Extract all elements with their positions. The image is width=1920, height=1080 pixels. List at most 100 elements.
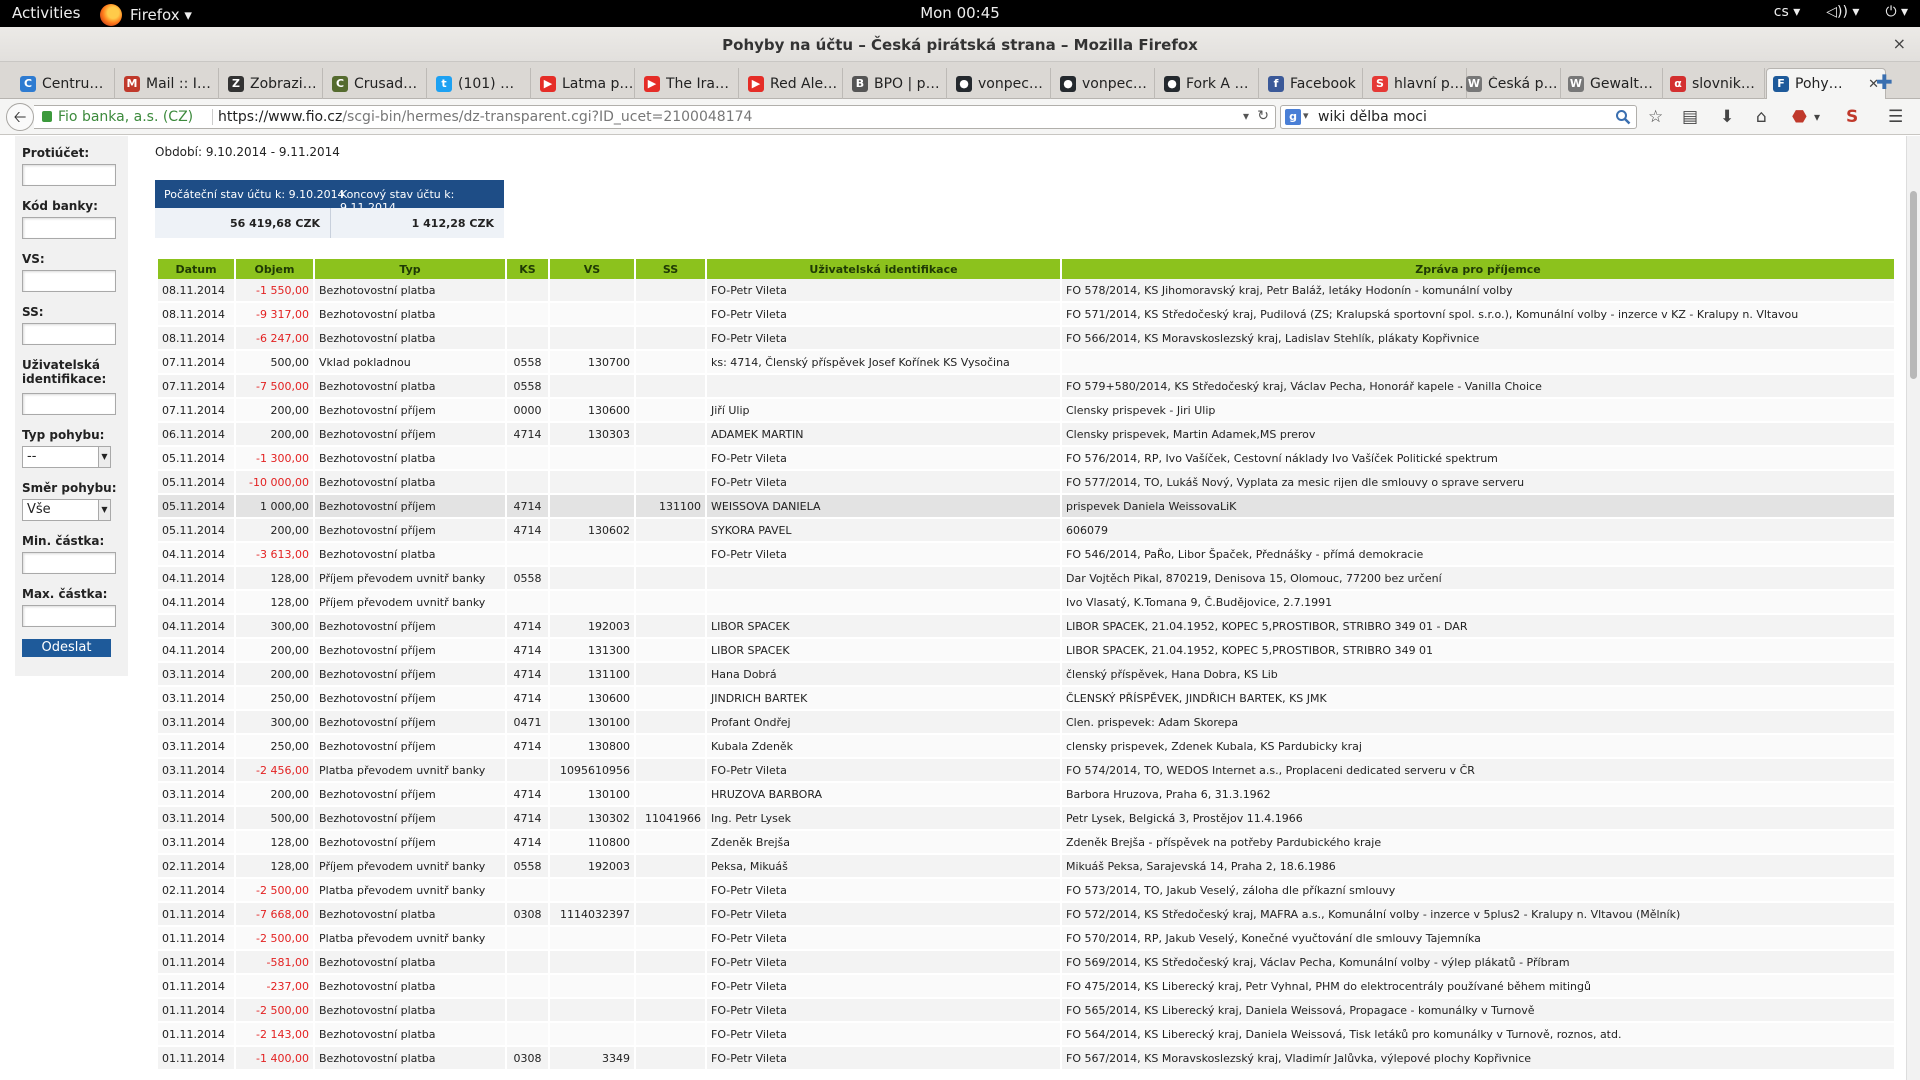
volume-icon[interactable]: ◁)) ▾ [1826,4,1859,20]
browser-tab[interactable]: C Centru… [14,68,115,99]
vs-cell [550,1023,634,1047]
browser-tab[interactable]: Shlavní p… [1366,68,1467,99]
vs-cell [550,567,634,591]
direction-select[interactable]: Vše ▼ [22,499,111,521]
browser-tab[interactable]: Z Zobrazi… [222,68,323,99]
date-cell: 03.11.2014 [158,783,234,807]
browser-tab[interactable]: F Pohy… ✕ [1766,68,1886,99]
ss-cell [636,423,705,447]
search-engine-dropdown-icon[interactable]: ▾ [1303,109,1309,122]
bank-code-input[interactable] [22,217,116,239]
column-header[interactable]: Uživatelská identifikace [707,259,1060,279]
type-cell: Platba převodem uvnitř banky [315,879,505,903]
column-header[interactable]: Objem [236,259,313,279]
power-icon[interactable]: ⏻ ▾ [1885,4,1908,20]
url-text[interactable]: https://www.fio.cz/scgi-bin/hermes/dz-tr… [218,109,752,125]
amount-cell: 1 000,00 [236,495,313,519]
balance-header: Počáteční stav účtu k: 9.10.2014 Koncový… [155,180,504,214]
date-cell: 05.11.2014 [158,495,234,519]
hamburger-menu-icon[interactable]: ☰ [1888,107,1903,127]
user-identification-label: Uživatelská identifikace: [22,358,107,386]
amount-cell: -2 500,00 [236,879,313,903]
url-bar[interactable]: Fio banka, a.s. (CZ) https://www.fio.cz/… [34,105,1276,129]
amount-cell: -3 613,00 [236,543,313,567]
activities-button[interactable]: Activities [12,4,80,22]
column-header[interactable]: Zpráva pro příjemce [1062,259,1894,279]
back-arrow-icon[interactable]: 🡠 [6,103,34,131]
new-tab-icon[interactable]: ✚ [1876,70,1893,94]
browser-tab[interactable]: M Mail :: I… [118,68,219,99]
keyboard-layout-indicator[interactable]: cs ▾ [1774,4,1800,20]
downloads-icon[interactable]: ⬇ [1720,107,1734,127]
amount-cell: -2 500,00 [236,927,313,951]
amount-cell: 500,00 [236,807,313,831]
clock[interactable]: Mon 00:45 [0,4,1920,22]
submit-button[interactable]: Odeslat [22,639,111,657]
home-icon[interactable]: ⌂ [1756,107,1767,127]
vs-input[interactable] [22,270,116,292]
table-row: 04.11.2014 128,00 Příjem převodem uvnitř b… [158,591,1894,615]
user-id-cell: FO-Petr Vileta [707,303,1060,327]
window-close-icon[interactable]: × [1893,34,1906,53]
column-header[interactable]: KS [507,259,548,279]
google-engine-icon[interactable]: g [1285,109,1301,125]
browser-tab[interactable]: ▶ The Ira… [638,68,739,99]
browser-tab[interactable]: C Crusad… [326,68,427,99]
browser-tab[interactable]: ▶ Latma p… [534,68,635,99]
bookmark-star-icon[interactable]: ☆ [1648,107,1663,127]
url-history-dropdown-icon[interactable]: ▾ [1243,109,1249,123]
column-header[interactable]: VS [550,259,634,279]
browser-tab[interactable]: ● Fork A … [1158,68,1259,99]
movement-type-select[interactable]: -- ▼ [22,446,111,468]
direction-label: Směr pohybu: [22,481,117,495]
browser-tab[interactable]: B BPÖ | p… [846,68,947,99]
scrollbar-thumb[interactable] [1910,191,1917,379]
vs-cell: 3349 [550,1047,634,1071]
message-cell: FO 567/2014, KS Moravskoslezský kraj, Vl… [1062,1047,1894,1071]
date-cell: 04.11.2014 [158,543,234,567]
ks-cell [507,999,548,1023]
type-cell: Příjem převodem uvnitř banky [315,567,505,591]
ks-cell [507,759,548,783]
type-cell: Bezhotovostní platba [315,1023,505,1047]
table-row: 05.11.2014 -10 000,00 Bezhotovostní platba… [158,471,1894,495]
search-bar[interactable]: g ▾ wiki dělba moci [1280,105,1637,129]
ss-cell [636,375,705,399]
browser-tab[interactable]: W Gewalt… [1562,68,1663,99]
browser-tab[interactable]: f Facebook [1262,68,1363,99]
browser-tab[interactable]: ● vonpec… [1054,68,1155,99]
column-header[interactable]: Datum [158,259,234,279]
vs-cell [550,543,634,567]
amount-cell: -2 456,00 [236,759,313,783]
column-header[interactable]: SS [636,259,705,279]
amount-cell: 200,00 [236,639,313,663]
vertical-scrollbar[interactable] [1906,136,1920,1080]
browser-tab[interactable]: ● vonpec… [950,68,1051,99]
reload-icon[interactable]: ↻ [1257,108,1269,124]
app-menu[interactable]: Firefox ▾ [100,4,192,26]
search-input[interactable]: wiki dělba moci [1318,109,1427,125]
date-cell: 07.11.2014 [158,399,234,423]
ss-cell [636,927,705,951]
min-amount-input[interactable] [22,552,116,574]
user-identification-input[interactable] [22,393,116,415]
browser-tab[interactable]: ▶ Red Ale… [742,68,843,99]
table-row: 02.11.2014 128,00 Příjem převodem uvnitř b… [158,855,1894,879]
max-amount-input[interactable] [22,605,116,627]
browser-tab[interactable]: W Česká p… [1460,68,1561,99]
search-icon[interactable] [1615,109,1631,125]
tab-label: BPÖ | p… [874,75,940,92]
counter-account-input[interactable] [22,164,116,186]
adblock-icon[interactable]: ⬣ [1792,107,1807,127]
browser-tab[interactable]: t (101) … [430,68,531,99]
tab-favicon-icon: F [1773,76,1789,92]
column-header[interactable]: Typ [315,259,505,279]
extension-s-icon[interactable]: S [1846,107,1858,127]
browser-tab[interactable]: α slovnik… [1664,68,1765,99]
ks-cell [507,303,548,327]
site-identity[interactable]: Fio banka, a.s. (CZ) [58,109,193,125]
adblock-dropdown-icon[interactable]: ▾ [1814,110,1820,124]
ss-input[interactable] [22,323,116,345]
reading-list-icon[interactable]: ▤ [1682,107,1698,127]
amount-cell: -237,00 [236,975,313,999]
